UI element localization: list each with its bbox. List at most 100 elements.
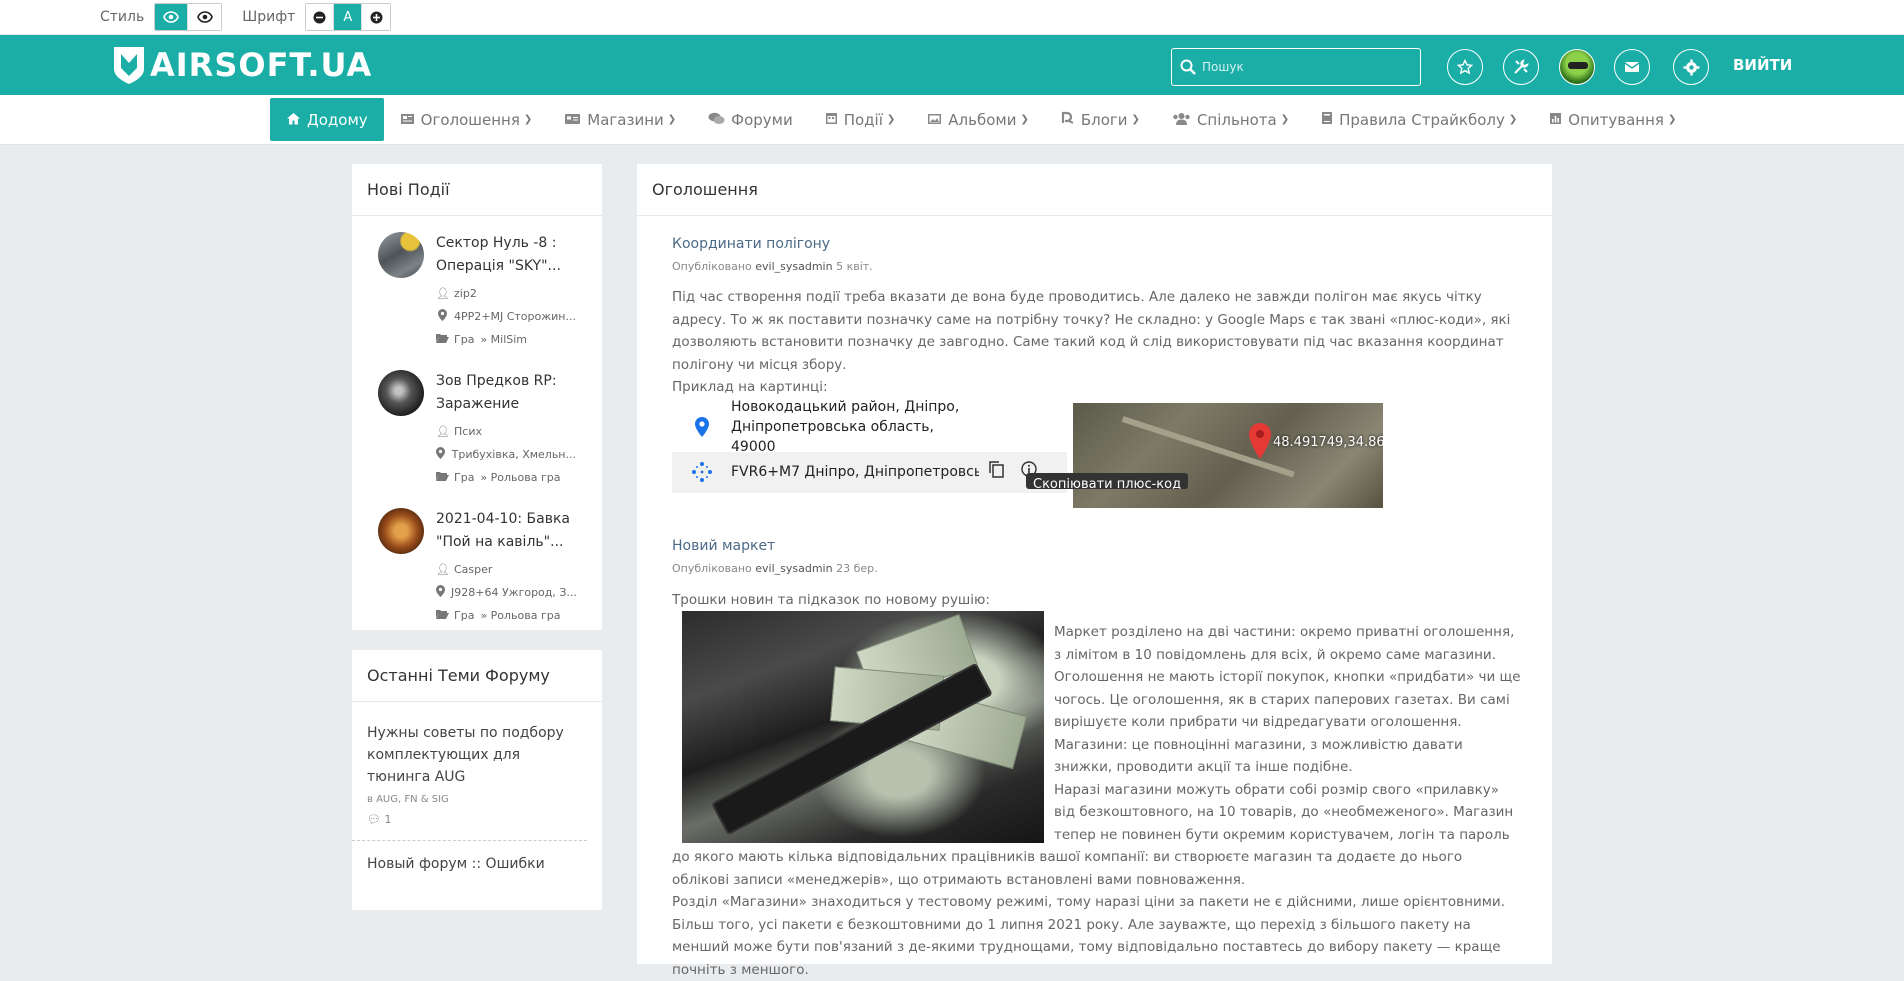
- comment-icon: 💬︎: [367, 813, 381, 826]
- event-thumbnail: [378, 232, 424, 278]
- font-reset-button[interactable]: A: [334, 4, 362, 30]
- events-heading: Нові Події: [352, 164, 602, 216]
- event-title[interactable]: Сектор Нуль -8 : Операція "SKY"...: [436, 232, 576, 278]
- forum-topic-title[interactable]: Нужны советы по подбору комплектующих дл…: [367, 722, 572, 788]
- user-avatar[interactable]: [1559, 49, 1595, 85]
- post-paragraph: Розділ «Магазини» знаходиться у тестовом…: [672, 891, 1522, 981]
- user-icon: 👤︎: [436, 563, 448, 576]
- search-input[interactable]: [1202, 60, 1402, 74]
- style-toggle-group: [154, 3, 222, 31]
- folder-open-icon: [436, 471, 448, 484]
- post-title[interactable]: Новий маркет: [672, 538, 1522, 554]
- font-size-group: A: [305, 3, 391, 31]
- event-type[interactable]: Гра: [454, 333, 474, 346]
- chevron-down-icon: ❯: [1509, 114, 1517, 125]
- logout-link[interactable]: ВИЙТИ: [1733, 56, 1792, 74]
- event-type[interactable]: Гра: [454, 609, 474, 622]
- event-subtype[interactable]: » Рольова гра: [480, 471, 560, 484]
- utility-bar: Стиль Шрифт A: [0, 0, 1904, 35]
- nav-home[interactable]: Додому: [270, 98, 384, 141]
- card-icon: [564, 111, 581, 129]
- event-title[interactable]: Зов Предков RP: Заражение: [436, 370, 576, 416]
- event-subtype[interactable]: » Рольова гра: [480, 609, 560, 622]
- post-meta: Опубліковано evil_sysadmin 23 бер.: [672, 562, 1522, 575]
- event-subtype[interactable]: » MilSim: [480, 333, 527, 346]
- map-marker-icon: [436, 585, 445, 600]
- nav-community[interactable]: Спільнота❯: [1156, 95, 1305, 145]
- search-icon: [1180, 59, 1196, 75]
- nav-ads[interactable]: Оголошення❯: [384, 95, 549, 145]
- event-location: Трибухівка, Хмельн...: [452, 448, 576, 461]
- logo-text: AIRSOFT.UA: [150, 46, 372, 84]
- post-author[interactable]: evil_sysadmin: [755, 562, 832, 575]
- comments-icon: [708, 111, 725, 129]
- font-increase-icon[interactable]: [362, 4, 390, 30]
- nav-polls[interactable]: Опитування❯: [1533, 95, 1692, 145]
- nav-rules[interactable]: Правила Страйкболу❯: [1305, 95, 1533, 145]
- chart-icon: [1549, 111, 1562, 129]
- mail-icon[interactable]: [1614, 49, 1650, 85]
- satellite-map-image: 48.491749,34.86: [1073, 403, 1383, 508]
- chevron-down-icon: ❯: [887, 114, 895, 125]
- nav-forums[interactable]: Форуми: [692, 95, 809, 145]
- forum-panel: Останні Теми Форуму Нужны советы по подб…: [352, 650, 602, 910]
- folder-open-icon: [436, 609, 448, 622]
- users-icon: [1172, 111, 1191, 129]
- post-title[interactable]: Координати полігону: [672, 236, 1522, 252]
- star-icon[interactable]: [1447, 49, 1483, 85]
- chevron-down-icon: ❯: [1132, 114, 1140, 125]
- events-panel: Нові Події Сектор Нуль -8 : Операція "SK…: [352, 164, 602, 630]
- main-heading: Оголошення: [637, 164, 1552, 216]
- tools-icon[interactable]: [1503, 49, 1539, 85]
- event-item[interactable]: Зов Предков RP: Заражение 👤︎ Псих Трибухі…: [352, 354, 602, 492]
- event-thumbnail: [378, 508, 424, 554]
- event-location: J928+64 Ужгород, З...: [451, 586, 576, 599]
- chevron-down-icon: ❯: [1668, 114, 1676, 125]
- forum-topic[interactable]: Новый форум :: Ошибки: [352, 841, 587, 889]
- post-meta: Опубліковано evil_sysadmin 5 квіт.: [672, 260, 1522, 273]
- search-box[interactable]: [1171, 48, 1421, 86]
- font-label: Шрифт: [242, 9, 295, 25]
- forum-topic-category[interactable]: в AUG, FN & SIG: [367, 794, 572, 805]
- newspaper-icon: [400, 111, 415, 129]
- forum-topic-title[interactable]: Новый форум :: Ошибки: [367, 853, 572, 875]
- map-pluscode: FVR6+M7 Дніпро, Дніпропетровська: [731, 462, 979, 482]
- nav-events[interactable]: Події❯: [809, 95, 912, 145]
- calendar-icon: [825, 111, 838, 129]
- blog-icon: [1061, 111, 1075, 129]
- event-author[interactable]: Псих: [454, 425, 482, 438]
- user-icon: 👤︎: [436, 425, 448, 438]
- forum-topic[interactable]: Нужны советы по подбору комплектующих дл…: [352, 702, 587, 841]
- forum-topic-replies: 💬︎ 1: [367, 813, 572, 826]
- copy-pluscode-tooltip: Скопіювати плюс-код: [1026, 473, 1188, 489]
- site-logo[interactable]: AIRSOFT.UA: [112, 45, 372, 85]
- eye-icon[interactable]: [155, 4, 188, 30]
- gear-icon[interactable]: [1673, 49, 1709, 85]
- chevron-down-icon: ❯: [1020, 114, 1028, 125]
- event-author[interactable]: Casper: [454, 563, 492, 576]
- event-type[interactable]: Гра: [454, 471, 474, 484]
- map-pin-icon: [672, 417, 731, 437]
- eye-icon[interactable]: [188, 4, 221, 30]
- chevron-down-icon: ❯: [524, 114, 532, 125]
- event-author[interactable]: zip2: [454, 287, 477, 300]
- map-marker-icon: [1248, 423, 1272, 463]
- post: Новий маркет Опубліковано evil_sysadmin …: [637, 508, 1552, 981]
- nav-shops[interactable]: Магазини❯: [548, 95, 692, 145]
- event-item[interactable]: 2021-04-10: Бавка "Пой на кавіль"... 👤︎ C…: [352, 492, 602, 630]
- market-image: [682, 611, 1044, 843]
- copy-icon[interactable]: [989, 461, 1004, 484]
- event-item[interactable]: Сектор Нуль -8 : Операція "SKY"... 👤︎zip…: [352, 216, 602, 354]
- chevron-down-icon: ❯: [668, 114, 676, 125]
- sidebar: Нові Події Сектор Нуль -8 : Операція "SK…: [352, 164, 602, 930]
- post-example-label: Приклад на картинці:: [672, 376, 1522, 399]
- nav-albums[interactable]: Альбоми❯: [911, 95, 1045, 145]
- font-decrease-icon[interactable]: [306, 4, 334, 30]
- event-title[interactable]: 2021-04-10: Бавка "Пой на кавіль"...: [436, 508, 576, 554]
- plus-code-icon: [672, 461, 731, 483]
- folder-open-icon: [436, 333, 448, 346]
- map-marker-icon: [436, 447, 446, 462]
- nav-blogs[interactable]: Блоги❯: [1045, 95, 1156, 145]
- post-author[interactable]: evil_sysadmin: [755, 260, 832, 273]
- map-address: Новокодацький район, Дніпро, Дніпропетро…: [731, 397, 971, 457]
